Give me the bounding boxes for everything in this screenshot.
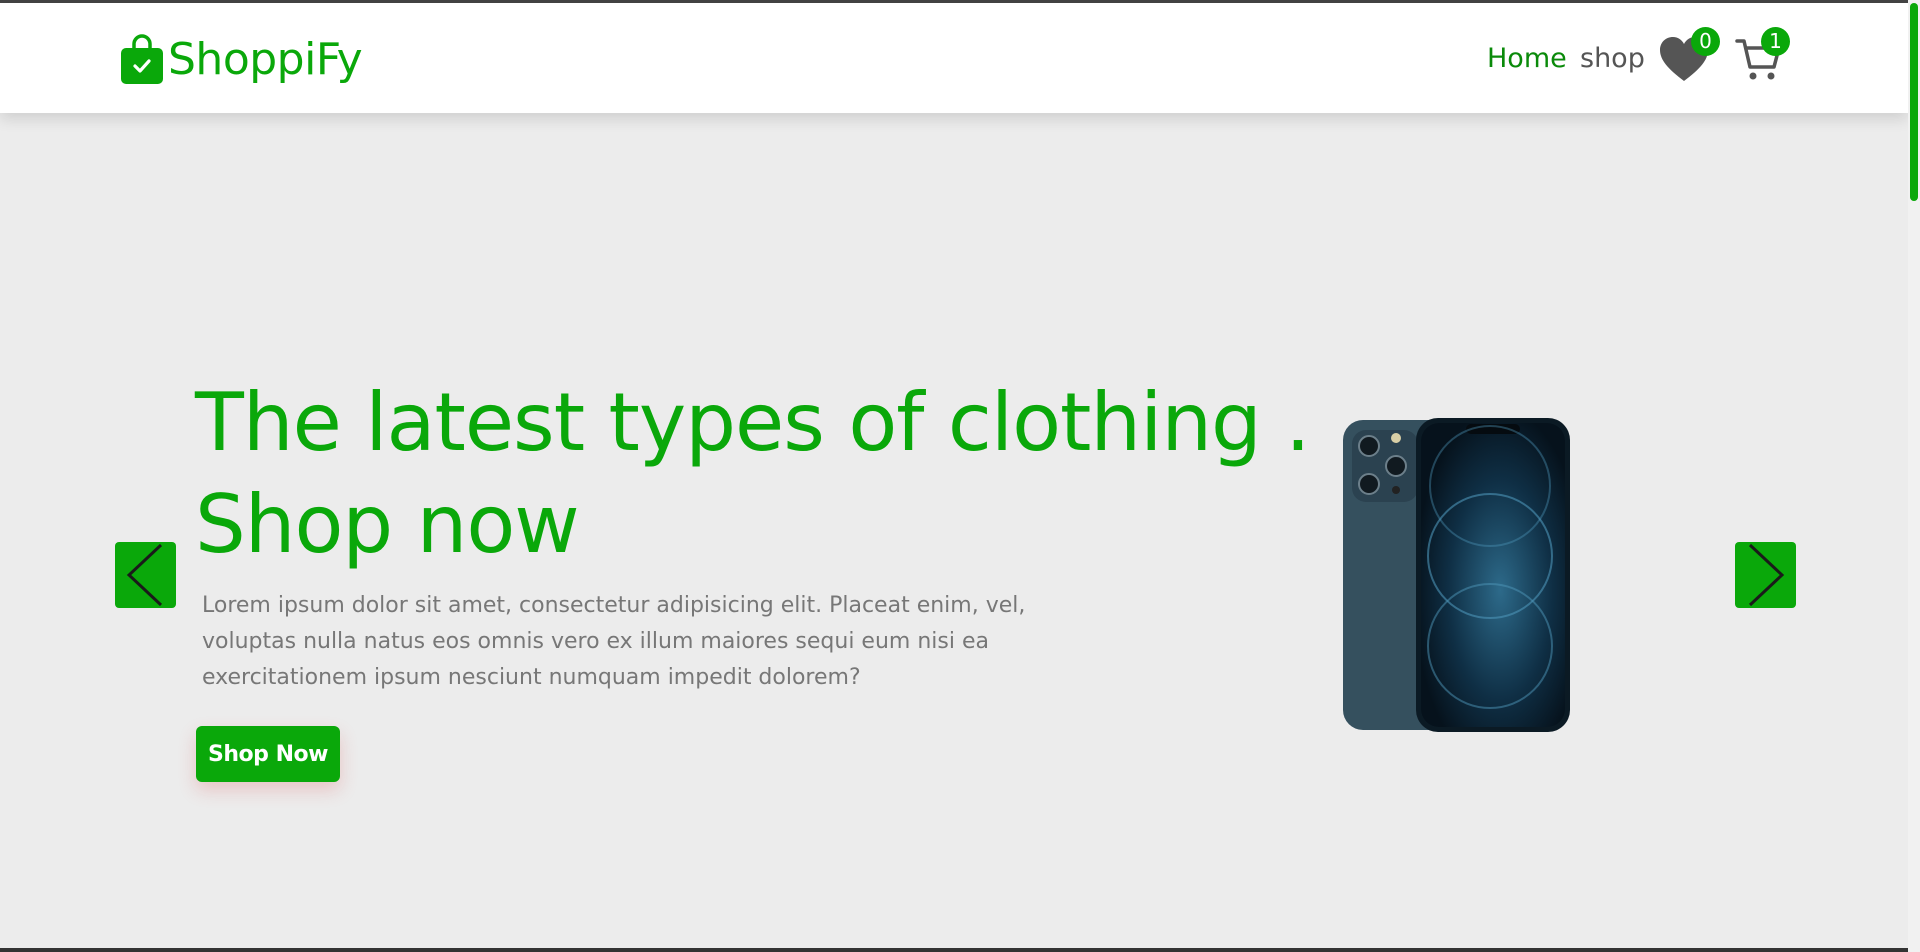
shop-now-button[interactable]: Shop Now (196, 726, 340, 782)
hero-title: The latest types of clothing . Shop now (195, 372, 1311, 576)
wishlist-button[interactable]: 0 (1658, 27, 1720, 83)
chevron-right-icon (1748, 543, 1785, 607)
hero-title-line-1: The latest types of clothing . (195, 376, 1311, 469)
chevron-left-icon (126, 543, 163, 607)
wishlist-count-badge: 0 (1691, 27, 1720, 56)
hero-description: Lorem ipsum dolor sit amet, consectetur … (202, 593, 1026, 690)
brand-name: ShoppiFy (168, 33, 363, 85)
navbar: ShoppiFy Home shop 0 1 (0, 3, 1908, 113)
cart-count-badge: 1 (1761, 27, 1790, 56)
cart-button[interactable]: 1 (1734, 27, 1790, 83)
nav-link-shop[interactable]: shop (1580, 43, 1645, 74)
nav-link-home[interactable]: Home (1487, 43, 1567, 74)
shopping-bag-check-icon (121, 34, 163, 84)
slider-next-button[interactable] (1735, 542, 1796, 608)
bottom-border (0, 948, 1908, 952)
slider-prev-button[interactable] (115, 542, 176, 608)
brand-logo[interactable]: ShoppiFy (120, 33, 363, 85)
smartphone-image (1343, 418, 1570, 732)
scrollbar-thumb[interactable] (1910, 3, 1918, 201)
hero-title-line-2: Shop now (195, 478, 580, 571)
